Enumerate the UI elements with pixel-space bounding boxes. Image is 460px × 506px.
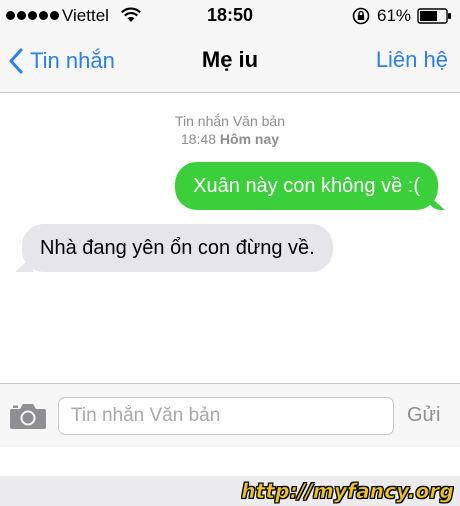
timestamp-line: 18:48 Hôm nay [0,130,460,148]
timestamp-time: 18:48 [180,131,217,147]
battery-percent: 61% [377,6,412,25]
message-type-label: Tin nhắn Văn bản [174,113,285,129]
chevron-left-icon [9,48,23,74]
message-thread: Tin nhắn Văn bản 18:48 Hôm nay Xuân này … [0,93,460,383]
timestamp-day: Hôm nay [219,131,280,147]
thread-timestamp-header: Tin nhắn Văn bản 18:48 Hôm nay [0,112,460,148]
back-to-messages-button[interactable]: Tin nhắn [8,44,115,78]
received-message-bubble[interactable]: Nhà đang yên ổn con đừng về. [22,224,333,272]
back-button-label: Tin nhắn [30,48,115,73]
sent-message-bubble[interactable]: Xuân này con không về :( [175,162,438,210]
contact-button[interactable]: Liên hệ [376,47,448,73]
navigation-bar: Tin nhắn Mẹ iu Liên hệ [0,30,460,93]
camera-icon[interactable] [9,401,47,436]
watermark-text: http://myfancy.org [241,479,454,504]
battery-icon [417,8,453,29]
message-input[interactable] [58,397,394,435]
keyboard-gap [0,447,460,476]
rotation-lock-icon [352,7,370,30]
compose-bar: Gửi [0,383,460,448]
send-button[interactable]: Gửi [407,404,440,427]
status-bar: Viettel 18:50 61% [0,0,460,30]
